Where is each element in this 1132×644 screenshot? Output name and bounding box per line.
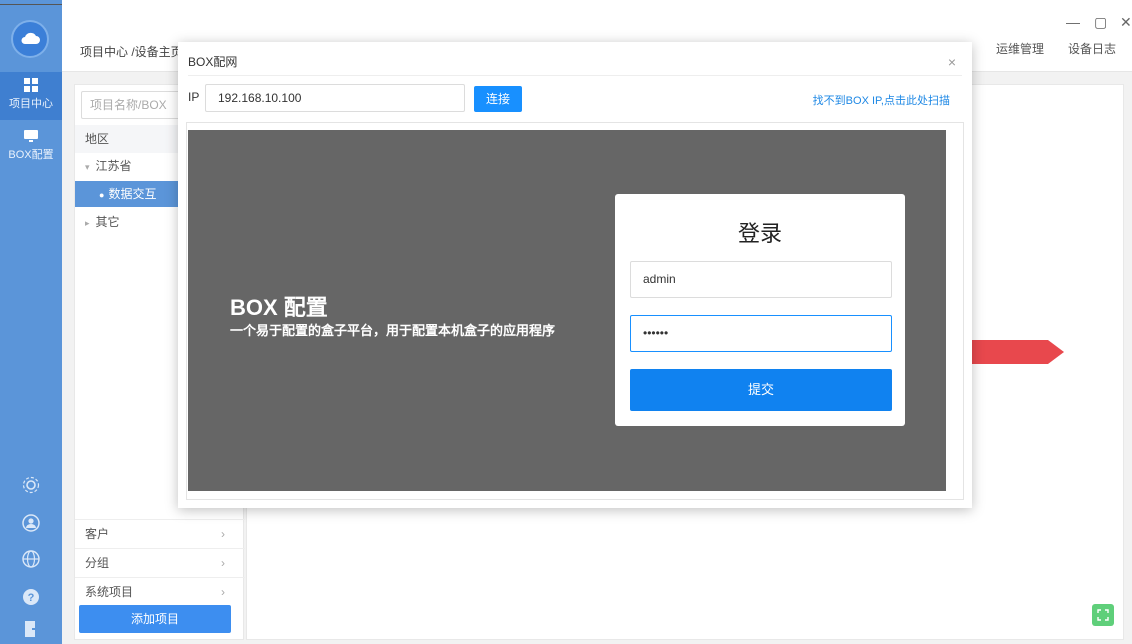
tree-node-label: 数据交互 [108, 187, 157, 201]
minimize-icon[interactable]: — [1066, 14, 1080, 30]
panel-subtitle: 一个易于配置的盒子平台，用于配置本机盒子的应用程序 [230, 323, 556, 338]
caret-right-icon: ▸ [85, 218, 90, 228]
node-dot-icon: ● [99, 190, 105, 200]
breadcrumb: 项目中心 /设备主页 [80, 45, 183, 59]
logout-icon[interactable] [0, 620, 62, 641]
nav-device-log[interactable]: 设备日志 [1068, 40, 1116, 57]
tree-footer-groups[interactable]: 分组 › [75, 548, 245, 577]
monitor-icon [24, 130, 38, 142]
panel-title: BOX 配置 [230, 295, 328, 320]
red-arrow-shape [968, 340, 1064, 364]
login-title: 登录 [737, 221, 782, 246]
maximize-icon[interactable]: ▢ [1094, 14, 1107, 31]
caret-down-icon: ▾ [85, 162, 90, 172]
help-icon[interactable]: ? [0, 588, 62, 609]
dialog-title: BOX配网 [188, 55, 238, 69]
cloud-logo-icon [13, 22, 47, 56]
close-window-icon[interactable]: ✕ [1120, 14, 1132, 31]
ip-input[interactable]: 192.168.10.100 [205, 84, 465, 112]
footer-label: 分组 [85, 556, 110, 570]
tree-node-label: 江苏省 [95, 159, 132, 173]
rail-item-label: BOX配置 [8, 149, 54, 161]
add-project-button[interactable]: 添加项目 [79, 605, 231, 633]
rail-item-box-config[interactable]: BOX配置 [0, 126, 62, 170]
grid-icon [24, 78, 38, 92]
chevron-right-icon: › [221, 556, 225, 570]
box-config-panel: BOX 配置 一个易于配置的盒子平台，用于配置本机盒子的应用程序 登录 admi… [188, 130, 946, 491]
scan-ip-link[interactable]: 找不到BOX IP,点击此处扫描 [813, 92, 950, 108]
ip-label: IP [188, 90, 200, 104]
username-input[interactable]: admin [630, 261, 892, 298]
box-network-dialog: BOX配网 × IP 192.168.10.100 连接 找不到BOX IP,点… [178, 42, 972, 508]
dialog-close-icon[interactable]: × [948, 54, 956, 70]
rail-item-label: 项目中心 [9, 98, 53, 110]
dialog-divider [188, 75, 962, 76]
footer-label: 客户 [85, 527, 110, 541]
user-icon[interactable] [0, 514, 62, 535]
globe-icon[interactable] [0, 550, 62, 571]
nav-ops-management[interactable]: 运维管理 [996, 40, 1044, 57]
settings-icon[interactable] [0, 476, 62, 497]
tree-footer-system-projects[interactable]: 系统项目 › [75, 577, 245, 606]
password-input[interactable]: •••••• [630, 315, 892, 352]
connect-button[interactable]: 连接 [474, 86, 522, 112]
side-rail: 项目中心 BOX配置 ? [0, 0, 62, 644]
login-card: 登录 admin •••••• 提交 [615, 194, 905, 426]
rail-item-project-center[interactable]: 项目中心 [0, 72, 62, 120]
footer-label: 系统项目 [85, 585, 134, 599]
tree-node-label: 其它 [95, 215, 120, 229]
svg-text:?: ? [28, 592, 35, 604]
chevron-right-icon: › [221, 585, 225, 599]
chevron-right-icon: › [221, 527, 225, 541]
fullscreen-icon[interactable] [1092, 604, 1114, 626]
tree-footer-customers[interactable]: 客户 › [75, 519, 245, 548]
submit-button[interactable]: 提交 [630, 369, 892, 411]
